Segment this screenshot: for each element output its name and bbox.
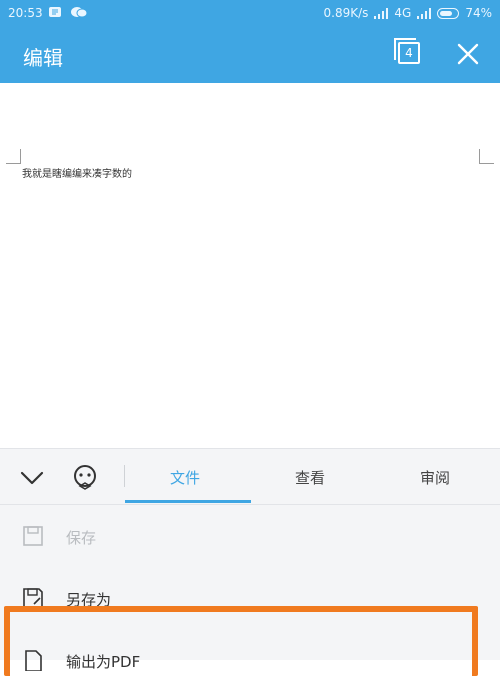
assistant-face-icon[interactable] — [70, 462, 100, 492]
toolbar-separator — [124, 465, 125, 487]
menu-item-label: 保存 — [66, 529, 97, 547]
status-bar: 20:53 0.89K/s 4G 74% — [0, 0, 500, 26]
signal-icon — [374, 7, 389, 19]
tab-view[interactable]: 查看 — [295, 467, 325, 488]
status-right: 0.89K/s 4G 74% — [324, 6, 493, 20]
app-header: 20:53 0.89K/s 4G 74% 编辑 4 — [0, 0, 500, 83]
document-tabs-button[interactable]: 4 — [394, 38, 420, 64]
save-icon — [23, 526, 43, 546]
battery-percent: 74% — [465, 6, 492, 20]
panel-divider — [0, 504, 500, 505]
net-speed: 0.89K/s — [323, 6, 369, 20]
status-time: 20:53 — [8, 6, 43, 20]
battery-fill — [440, 10, 453, 16]
menu-item-save[interactable]: 保存 — [0, 509, 500, 564]
page-title: 编辑 — [23, 46, 63, 70]
network-type: 4G — [394, 6, 412, 20]
margin-corner-left — [6, 149, 21, 164]
app-notification-icon — [49, 7, 61, 17]
tab-review[interactable]: 审阅 — [420, 467, 450, 488]
battery-icon — [437, 7, 460, 19]
close-button[interactable] — [456, 42, 480, 66]
active-tab-indicator — [125, 500, 251, 503]
document-canvas[interactable]: 我就是瞎编编来凑字数的 — [0, 83, 500, 448]
highlight-annotation — [4, 606, 478, 676]
document-text[interactable]: 我就是瞎编编来凑字数的 — [22, 165, 132, 180]
title-bar: 编辑 4 — [0, 28, 500, 83]
signal-icon-2 — [417, 7, 432, 19]
margin-corner-right — [479, 149, 494, 164]
tab-file[interactable]: 文件 — [170, 467, 200, 488]
collapse-panel-button[interactable] — [18, 465, 46, 489]
tab-count: 4 — [405, 46, 413, 60]
wechat-icon — [71, 7, 88, 18]
panel-tab-bar: 文件 查看 审阅 — [0, 449, 500, 504]
